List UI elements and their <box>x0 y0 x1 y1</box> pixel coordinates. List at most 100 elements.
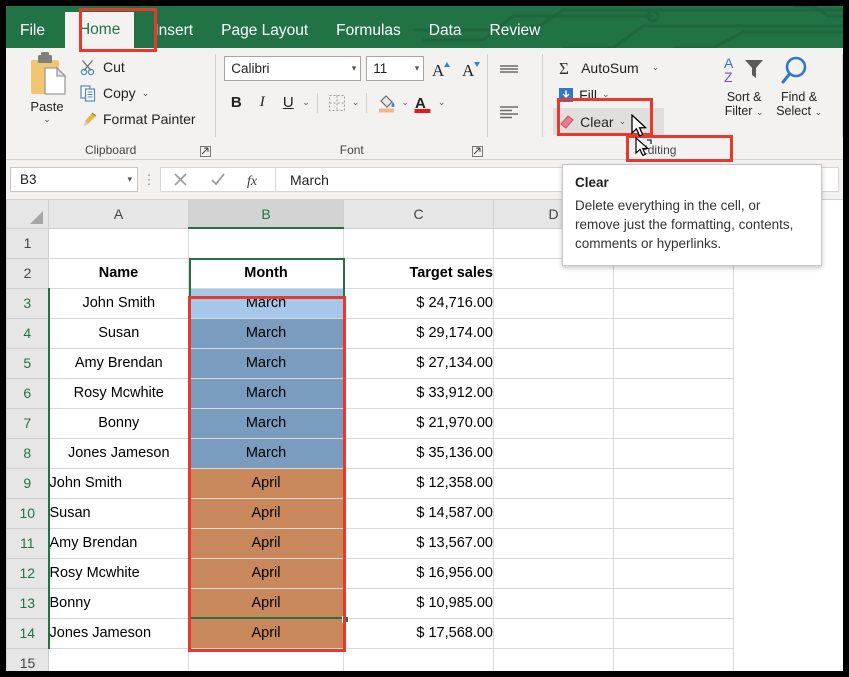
chevron-down-icon[interactable]: ⌄ <box>814 107 822 117</box>
tab-review[interactable]: Review <box>476 23 555 49</box>
cell-E5[interactable] <box>614 348 734 378</box>
font-size-combo[interactable]: 11 ▾ <box>366 56 424 81</box>
autosum-button[interactable]: Σ AutoSum ⌄ <box>553 54 664 81</box>
copy-button[interactable]: Copy ⌄ <box>80 80 196 106</box>
formula-bar-grip[interactable]: ⋮ <box>138 172 160 188</box>
cell-D4[interactable] <box>494 318 614 348</box>
cell-D12[interactable] <box>494 558 614 588</box>
underline-button[interactable]: U <box>276 91 300 115</box>
italic-button[interactable]: I <box>250 91 274 115</box>
font-name-combo[interactable]: Calibri ▾ <box>224 56 361 81</box>
tab-formulas[interactable]: Formulas <box>322 23 415 49</box>
cell-E15[interactable] <box>614 648 734 671</box>
cell-E10[interactable] <box>614 498 734 528</box>
cell-E9[interactable] <box>614 468 734 498</box>
column-header-a[interactable]: A <box>49 200 189 228</box>
chevron-down-icon[interactable]: ⌄ <box>756 107 764 117</box>
row-header-2[interactable]: 2 <box>7 258 49 288</box>
fill-color-button[interactable] <box>374 90 399 115</box>
cell-A11[interactable]: Amy Brendan <box>49 528 189 558</box>
row-header-10[interactable]: 10 <box>7 498 49 528</box>
cell-D13[interactable] <box>494 588 614 618</box>
clear-button[interactable]: Clear ⌄ <box>553 108 664 135</box>
cell-B1[interactable] <box>189 228 344 258</box>
cell-A5[interactable]: Amy Brendan <box>49 348 189 378</box>
cell-D15[interactable] <box>494 648 614 671</box>
font-dialog-launcher-icon[interactable] <box>472 146 483 157</box>
cell-D3[interactable] <box>494 288 614 318</box>
cell-A1[interactable] <box>49 228 189 258</box>
select-all-corner[interactable] <box>7 200 49 228</box>
cell-C11[interactable]: $ 13,567.00 <box>344 528 494 558</box>
column-header-b[interactable]: B <box>189 200 344 228</box>
chevron-down-icon[interactable]: ⌄ <box>142 88 150 99</box>
row-header-7[interactable]: 7 <box>7 408 49 438</box>
cell-A8[interactable]: Jones Jameson <box>49 438 189 468</box>
cell-C13[interactable]: $ 10,985.00 <box>344 588 494 618</box>
tab-data[interactable]: Data <box>415 23 476 49</box>
format-painter-button[interactable]: Format Painter <box>80 106 196 132</box>
row-header-11[interactable]: 11 <box>7 528 49 558</box>
cell-D11[interactable] <box>494 528 614 558</box>
cell-B15[interactable] <box>189 648 344 671</box>
bold-button[interactable]: B <box>224 91 248 115</box>
cell-B8[interactable]: March <box>189 438 344 468</box>
cell-E7[interactable] <box>614 408 734 438</box>
cell-C5[interactable]: $ 27,134.00 <box>344 348 494 378</box>
cell-B5[interactable]: March <box>189 348 344 378</box>
cell-E12[interactable] <box>614 558 734 588</box>
row-header-12[interactable]: 12 <box>7 558 49 588</box>
decrease-font-size-button[interactable]: A <box>459 56 484 81</box>
cell-D6[interactable] <box>494 378 614 408</box>
fill-button[interactable]: Fill ⌄ <box>553 81 664 108</box>
font-color-button[interactable]: A <box>411 90 436 115</box>
column-header-c[interactable]: C <box>344 200 494 228</box>
cell-C10[interactable]: $ 14,587.00 <box>344 498 494 528</box>
selection-fill-handle[interactable] <box>342 616 349 623</box>
cell-A3[interactable]: John Smith <box>49 288 189 318</box>
cell-B4[interactable]: March <box>189 318 344 348</box>
cell-A12[interactable]: Rosy Mcwhite <box>49 558 189 588</box>
cell-C3[interactable]: $ 24,716.00 <box>344 288 494 318</box>
cell-D10[interactable] <box>494 498 614 528</box>
row-header-4[interactable]: 4 <box>7 318 49 348</box>
cell-C7[interactable]: $ 21,970.00 <box>344 408 494 438</box>
increase-font-size-button[interactable]: A <box>429 56 454 81</box>
cell-D9[interactable] <box>494 468 614 498</box>
chevron-down-icon[interactable]: ⌄ <box>352 97 360 108</box>
cell-B3[interactable]: March <box>189 288 344 318</box>
cell-B11[interactable]: April <box>189 528 344 558</box>
cell-A10[interactable]: Susan <box>49 498 189 528</box>
row-header-8[interactable]: 8 <box>7 438 49 468</box>
cell-B12[interactable]: April <box>189 558 344 588</box>
cell-A15[interactable] <box>49 648 189 671</box>
cell-D5[interactable] <box>494 348 614 378</box>
cell-C6[interactable]: $ 33,912.00 <box>344 378 494 408</box>
chevron-down-icon[interactable]: ⌄ <box>302 97 310 108</box>
cell-C14[interactable]: $ 17,568.00 <box>344 618 494 648</box>
chevron-down-icon[interactable]: ⌄ <box>619 116 627 127</box>
cell-E11[interactable] <box>614 528 734 558</box>
chevron-down-icon[interactable]: ⌄ <box>438 97 446 108</box>
cell-A13[interactable]: Bonny <box>49 588 189 618</box>
cell-D8[interactable] <box>494 438 614 468</box>
cell-B10[interactable]: April <box>189 498 344 528</box>
tab-file[interactable]: File <box>6 23 59 49</box>
row-header-15[interactable]: 15 <box>7 648 49 671</box>
cell-E13[interactable] <box>614 588 734 618</box>
chevron-down-icon[interactable]: ⌄ <box>43 114 51 125</box>
paste-button[interactable]: Paste ⌄ <box>16 52 78 125</box>
cell-E4[interactable] <box>614 318 734 348</box>
tab-page-layout[interactable]: Page Layout <box>207 23 322 49</box>
cell-A7[interactable]: Bonny <box>49 408 189 438</box>
cell-E14[interactable] <box>614 618 734 648</box>
cell-E8[interactable] <box>614 438 734 468</box>
row-header-9[interactable]: 9 <box>7 468 49 498</box>
cut-button[interactable]: Cut <box>80 54 196 80</box>
cell-B14[interactable]: April <box>189 618 344 648</box>
tab-insert[interactable]: Insert <box>140 23 207 49</box>
cell-C12[interactable]: $ 16,956.00 <box>344 558 494 588</box>
name-box[interactable]: B3 ▾ <box>10 167 138 192</box>
cell-B13[interactable]: April <box>189 588 344 618</box>
row-header-6[interactable]: 6 <box>7 378 49 408</box>
